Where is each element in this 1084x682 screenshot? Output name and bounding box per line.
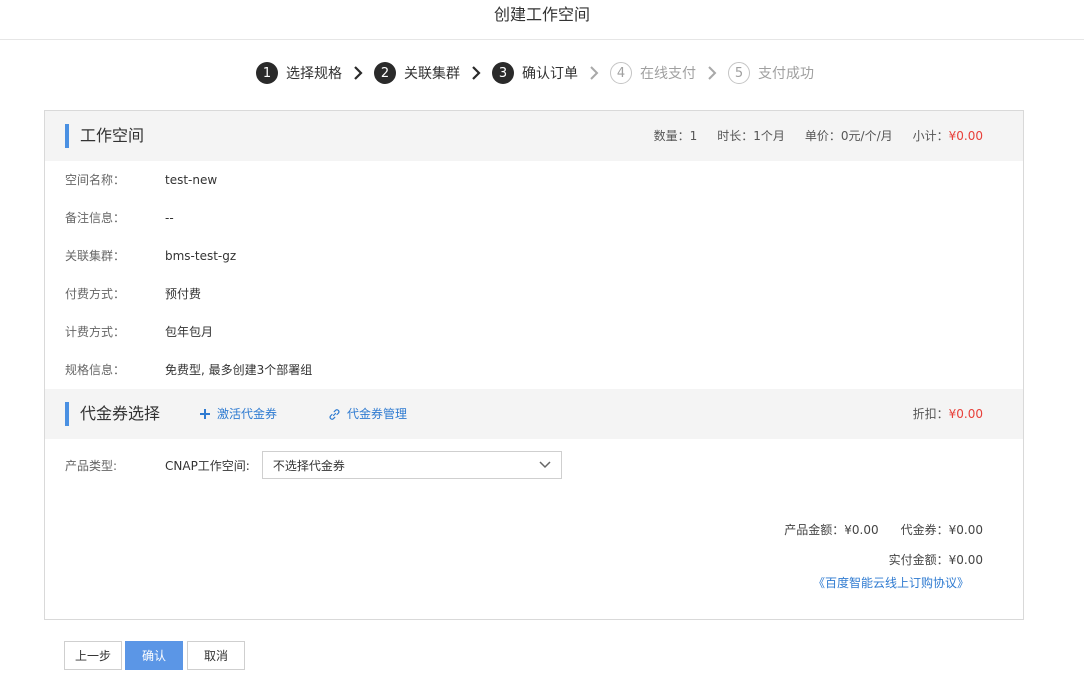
- discount: 折扣：¥0.00: [913, 389, 983, 439]
- unit-price-text: 单价：0元/个/月: [804, 129, 893, 143]
- field-row-cluster: 关联集群： bms-test-gz: [65, 237, 236, 275]
- chevron-right-icon: [342, 66, 374, 80]
- step-number: 4: [610, 62, 632, 84]
- workspace-section-title: 工作空间: [80, 126, 145, 145]
- step-number: 3: [492, 62, 514, 84]
- chevron-right-icon: [460, 66, 492, 80]
- page-title: 创建工作空间: [493, 5, 590, 24]
- totals-summary: 产品金额：¥0.00 代金券：¥0.00 实付金额：¥0.00: [784, 515, 983, 575]
- coupon-select-value: 不选择代金券: [272, 458, 345, 473]
- chevron-right-icon: [696, 66, 728, 80]
- discount-summary: 折扣：¥0.00: [913, 389, 983, 439]
- paid-amount: 实付金额：¥0.00: [888, 553, 983, 567]
- field-row-spec-info: 规格信息： 免费型, 最多创建3个部署组: [65, 351, 312, 389]
- chevron-right-icon: [578, 66, 610, 80]
- field-label: 付费方式：: [65, 287, 126, 301]
- chevron-down-icon: [539, 458, 551, 472]
- coupon-select[interactable]: 不选择代金券: [261, 451, 562, 479]
- field-label: 关联集群：: [65, 249, 126, 263]
- step-label: 支付成功: [758, 66, 814, 82]
- subtotal-value: ¥0.00: [948, 129, 983, 143]
- field-row-billing-method: 计费方式： 包年包月: [65, 313, 213, 351]
- duration-text: 时长：1个月: [717, 129, 785, 143]
- totals-line-paid: 实付金额：¥0.00: [784, 545, 983, 575]
- step-label: 选择规格: [286, 66, 342, 82]
- cancel-button[interactable]: 取消: [187, 641, 245, 670]
- field-label: 空间名称：: [65, 173, 126, 187]
- product-type-label: 产品类型:: [65, 458, 118, 473]
- step-label: 确认订单: [522, 66, 578, 82]
- field-value: test-new: [165, 173, 218, 187]
- field-label: 备注信息：: [65, 211, 126, 225]
- product-name-label: CNAP工作空间:: [165, 458, 250, 473]
- workspace-section-header: 工作空间 数量：1 时长：1个月 单价：0元/个/月 小计：¥0.00: [45, 111, 1023, 161]
- field-label: 规格信息：: [65, 363, 126, 377]
- purchase-agreement-link[interactable]: 《百度智能云线上订购协议》: [813, 573, 969, 593]
- field-label: 计费方式：: [65, 325, 126, 339]
- field-row-payment-method: 付费方式： 预付费: [65, 275, 201, 313]
- subtotal-label: 小计：: [912, 129, 949, 143]
- manage-coupon-label: 代金券管理: [347, 407, 408, 421]
- coupon-section-title: 代金券选择: [80, 404, 161, 423]
- product-amount: 产品金额：¥0.00: [784, 523, 879, 537]
- order-summary: 数量：1 时长：1个月 单价：0元/个/月 小计：¥0.00: [654, 111, 983, 161]
- step-indicator: 1 选择规格 2 关联集群 3 确认订单 4 在线支付 5 支付成功: [256, 61, 814, 85]
- totals-line-amounts: 产品金额：¥0.00 代金券：¥0.00: [784, 515, 983, 545]
- field-row-space-name: 空间名称： test-new: [65, 161, 217, 199]
- step-2: 2 关联集群: [374, 62, 460, 84]
- step-number: 1: [256, 62, 278, 84]
- field-row-remarks: 备注信息： --: [65, 199, 174, 237]
- coupon-amount: 代金券：¥0.00: [900, 523, 983, 537]
- field-value: 包年包月: [165, 325, 214, 339]
- plus-icon: [199, 408, 211, 420]
- field-value: 预付费: [165, 287, 202, 301]
- quantity-text: 数量：1: [653, 129, 698, 143]
- subtotal: 小计：¥0.00: [913, 111, 983, 161]
- page-header: 创建工作空间: [0, 0, 1084, 40]
- step-label: 在线支付: [640, 66, 696, 82]
- activate-coupon-button[interactable]: 激活代金券: [199, 389, 277, 439]
- field-value: bms-test-gz: [165, 249, 237, 263]
- field-value: --: [165, 211, 174, 225]
- section-accent-bar: [65, 124, 69, 148]
- coupon-select-row: 产品类型: CNAP工作空间: 不选择代金券: [65, 450, 562, 480]
- coupon-section-header: 代金券选择 激活代金券 代金券管理 折扣：¥0.00: [45, 389, 1023, 439]
- prev-step-button[interactable]: 上一步: [64, 641, 122, 670]
- step-number: 5: [728, 62, 750, 84]
- step-5: 5 支付成功: [728, 62, 814, 84]
- link-icon: [328, 408, 341, 421]
- order-panel: 工作空间 数量：1 时长：1个月 单价：0元/个/月 小计：¥0.00 空间名称…: [44, 110, 1024, 620]
- step-label: 关联集群: [404, 66, 460, 82]
- step-3: 3 确认订单: [492, 62, 578, 84]
- step-number: 2: [374, 62, 396, 84]
- confirm-button[interactable]: 确认: [125, 641, 183, 670]
- step-4: 4 在线支付: [610, 62, 696, 84]
- manage-coupon-link[interactable]: 代金券管理: [328, 389, 407, 439]
- discount-label: 折扣：: [912, 407, 949, 421]
- section-accent-bar: [65, 402, 69, 426]
- activate-coupon-label: 激活代金券: [217, 407, 278, 421]
- field-value: 免费型, 最多创建3个部署组: [165, 363, 313, 377]
- discount-value: ¥0.00: [948, 407, 983, 421]
- step-1: 1 选择规格: [256, 62, 342, 84]
